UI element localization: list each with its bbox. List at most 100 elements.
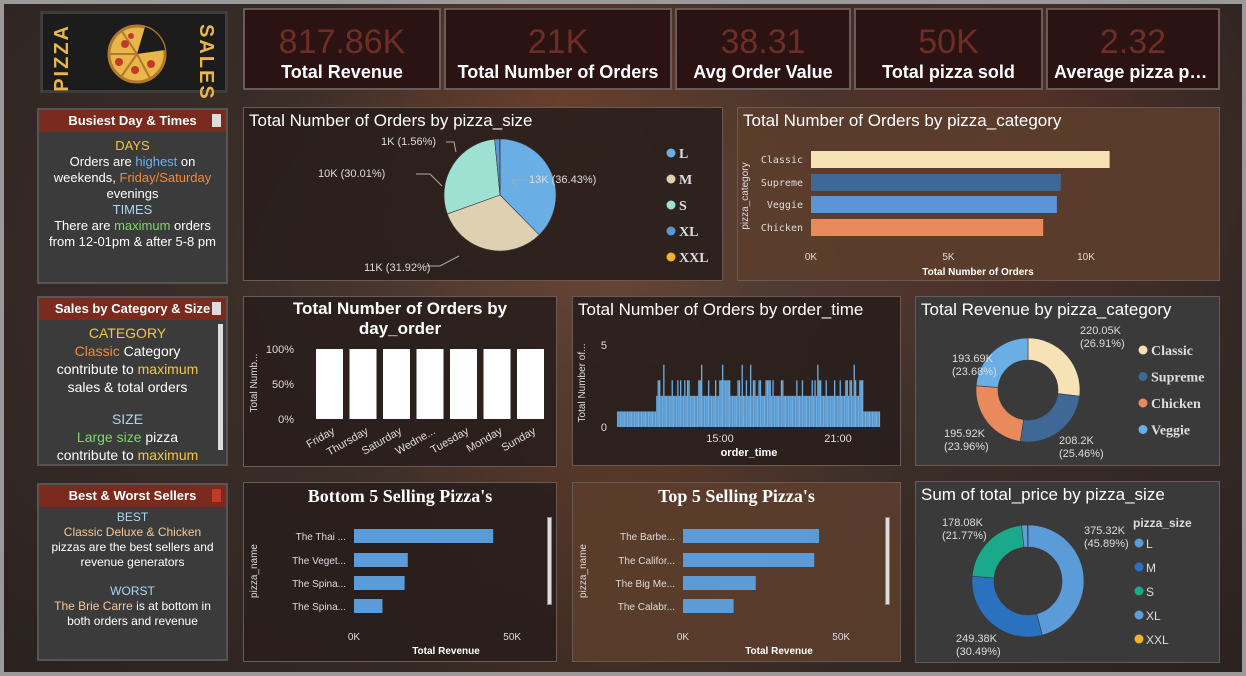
slice-label: 178.08K (942, 517, 984, 529)
kpi-total-orders: 21K Total Number of Orders (444, 8, 672, 90)
tick-label: 15:00 (706, 433, 734, 445)
slice-label: 249.38K (956, 633, 998, 645)
bar (354, 553, 408, 567)
bar (733, 395, 735, 427)
bar (666, 395, 668, 427)
bar (673, 395, 675, 427)
top5-panel: Top 5 Selling Pizza's The Barbe... The Ca… (572, 482, 901, 662)
logo-right-word: SALES (195, 24, 217, 101)
legend-label: S (679, 199, 687, 214)
bottom5-bar: The Thai ... The Veget... The Spina... The … (249, 529, 521, 657)
bar (727, 380, 729, 427)
bar (748, 395, 750, 427)
bar (633, 411, 636, 427)
axis-label: Total Number of Orders (922, 267, 1034, 278)
scrollbar[interactable] (885, 517, 890, 605)
scrollbar[interactable] (547, 517, 552, 605)
bar (752, 380, 755, 427)
bar (794, 395, 797, 427)
bar (800, 395, 802, 427)
legend-label: M (1146, 561, 1156, 575)
bar (692, 395, 694, 427)
focus-mode-icon[interactable] (212, 489, 221, 502)
bar (659, 380, 661, 427)
kpi-value: 817.86K (278, 23, 406, 61)
bar (717, 395, 720, 427)
slice-label: (26.91%) (1080, 338, 1125, 350)
slice-label: 193.69K (952, 353, 994, 365)
bar (857, 395, 860, 427)
bar (667, 395, 669, 427)
bar (765, 380, 767, 427)
orders-by-category-panel: Total Number of Orders by pizza_category… (737, 107, 1220, 281)
legend-label: L (679, 147, 688, 162)
category-label: Veggie (767, 200, 803, 211)
tick-label: 100% (266, 344, 294, 356)
bar (863, 411, 865, 427)
bar (383, 349, 410, 419)
bar (656, 395, 658, 427)
legend-marker (1134, 586, 1144, 596)
bar (757, 395, 759, 427)
legend-label: L (1146, 537, 1153, 551)
bar (822, 395, 825, 427)
bar (789, 395, 791, 427)
bar (836, 395, 839, 427)
bar (841, 395, 843, 427)
bar (741, 364, 743, 427)
bar (835, 395, 837, 427)
card-header: Best & Worst Sellers (39, 485, 226, 507)
bar (771, 395, 773, 427)
orders-by-size-pie: 13K (36.43%) 11K (31.92%) 10K (30.01%) 1K (… (318, 136, 709, 274)
bar (622, 411, 624, 427)
bar (689, 395, 692, 427)
bar (776, 395, 778, 427)
bar (818, 380, 820, 427)
bar (811, 219, 1044, 236)
category-size-card: Sales by Category & Size CATEGORY Classi… (37, 296, 228, 466)
bar (674, 395, 676, 427)
price-by-size-panel: Sum of total_price by pizza_size 375.32K… (915, 481, 1220, 663)
legend-marker (1138, 425, 1148, 434)
bar (737, 380, 739, 427)
bar (483, 349, 511, 419)
kpi-total-pizza-sold: 50K Total pizza sold (854, 8, 1043, 90)
focus-mode-icon[interactable] (212, 302, 221, 315)
bar (825, 380, 827, 427)
bar (416, 349, 444, 419)
bar (785, 395, 787, 427)
bar (786, 395, 788, 427)
bar (843, 395, 846, 427)
card-header: Sales by Category & Size (39, 298, 226, 320)
bar (639, 411, 641, 427)
legend-marker (666, 252, 676, 262)
kpi-label: Total Number of Orders (457, 62, 659, 82)
bar (768, 380, 770, 427)
bar (877, 411, 879, 427)
bar (316, 349, 343, 419)
slice-label: 13K (36.43%) (529, 174, 596, 186)
logo-left-word: PIZZA (51, 24, 73, 92)
bar (731, 395, 734, 427)
bar (864, 411, 867, 427)
legend-label: XL (679, 225, 698, 240)
category-label: Monday (465, 425, 505, 455)
category-label: The Califor... (618, 556, 675, 567)
bar (754, 380, 756, 427)
bar (848, 395, 850, 427)
tick-label: 50K (832, 632, 850, 643)
bar (696, 395, 699, 427)
bar (829, 395, 832, 427)
category-label: Sunday (500, 425, 539, 454)
bar (849, 380, 851, 427)
scrollbar[interactable] (218, 324, 223, 450)
kpi-total-revenue: 817.86K Total Revenue (243, 8, 441, 90)
revenue-by-category-donut: 220.05K(26.91%)208.2K(25.46%)195.92K(23.… (944, 325, 1204, 460)
slice-label: (23.96%) (944, 441, 989, 453)
pie-slice-classic (1027, 337, 1081, 397)
kpi-label: Avg Order Value (693, 62, 833, 82)
bar (683, 599, 734, 613)
bar (699, 380, 701, 427)
focus-mode-icon[interactable] (212, 114, 221, 127)
slice-label: (25.46%) (1059, 448, 1104, 460)
